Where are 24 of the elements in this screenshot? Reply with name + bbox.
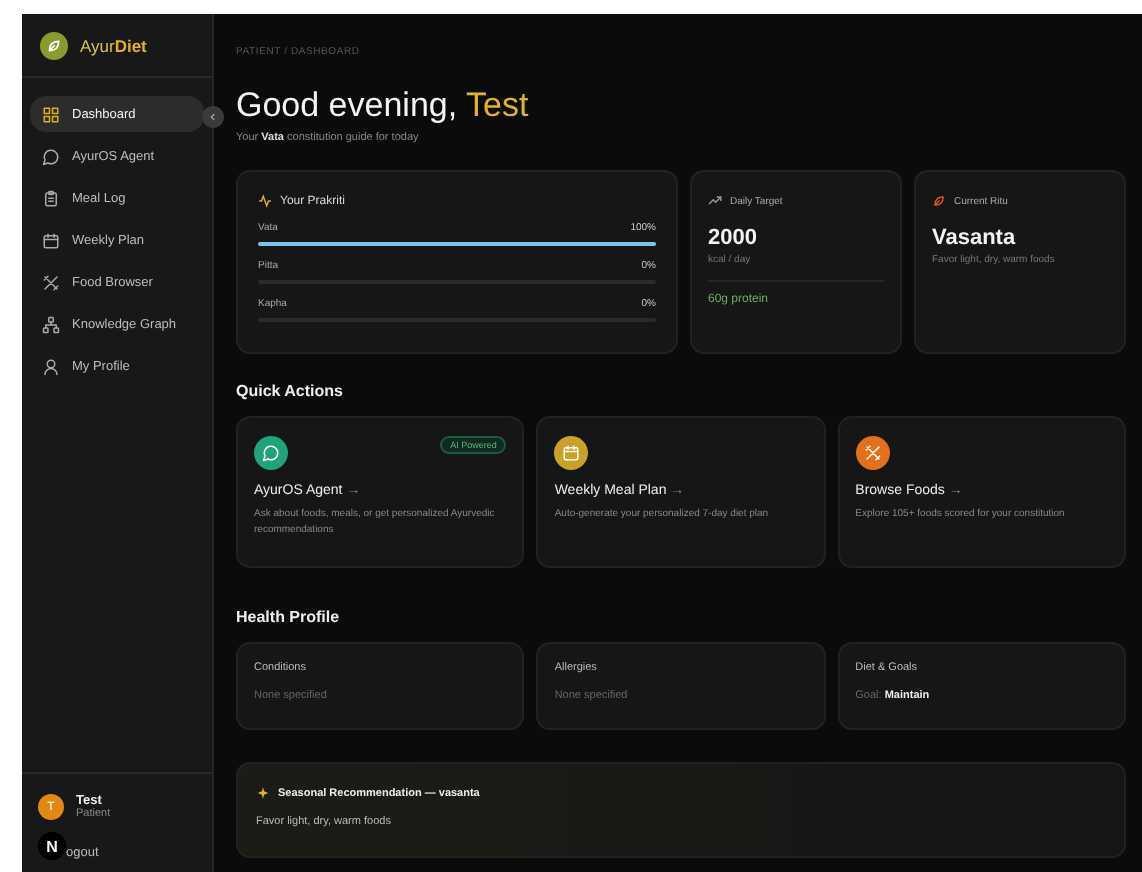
utensils-icon bbox=[863, 444, 882, 462]
leaf-icon bbox=[932, 194, 946, 208]
ritu-name: Vasanta bbox=[932, 226, 1018, 250]
pulse-icon bbox=[258, 194, 272, 208]
person-icon bbox=[42, 357, 60, 375]
trend-up-icon bbox=[708, 194, 722, 208]
sparkle-icon bbox=[256, 786, 270, 800]
dev-indicator-badge[interactable]: N bbox=[38, 832, 66, 860]
chevron-left-icon bbox=[208, 112, 218, 122]
calendar-icon bbox=[42, 231, 60, 249]
calorie-target: 2000 bbox=[708, 226, 759, 250]
section-heading: Health Profile bbox=[236, 608, 342, 626]
network-icon bbox=[42, 315, 60, 333]
chat-bubble-icon bbox=[42, 147, 60, 165]
greeting-heading: Good evening, Test bbox=[236, 86, 531, 126]
utensils-icon bbox=[42, 273, 60, 291]
app-logo-text: AyurDiet bbox=[80, 35, 147, 55]
calendar-icon bbox=[562, 444, 581, 462]
grid-icon bbox=[42, 105, 60, 123]
section-heading: Quick Actions bbox=[236, 382, 345, 400]
clipboard-icon bbox=[42, 189, 60, 207]
collapse-button[interactable] bbox=[202, 106, 224, 128]
logo-icon bbox=[40, 31, 68, 59]
chat-bubble-icon bbox=[262, 444, 280, 462]
